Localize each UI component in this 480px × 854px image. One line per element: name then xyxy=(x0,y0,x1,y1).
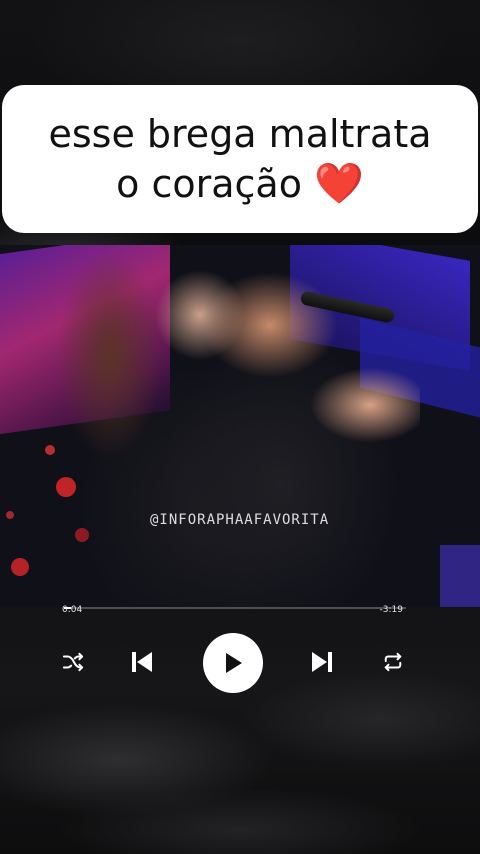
repeat-button[interactable] xyxy=(380,650,406,674)
heart-emoji: ❤️ xyxy=(314,161,364,207)
previous-button[interactable] xyxy=(128,649,156,675)
video-frame[interactable]: @INFORAPHAAFAVORITA xyxy=(0,245,480,607)
caption-line-2: o coração ❤️ xyxy=(116,159,364,209)
play-icon xyxy=(226,653,242,673)
video-watermark: @INFORAPHAAFAVORITA xyxy=(150,512,330,528)
caption-line-1: esse brega maltrata xyxy=(48,112,432,156)
next-button[interactable] xyxy=(308,649,336,675)
play-button[interactable] xyxy=(203,633,263,693)
shuffle-icon xyxy=(62,652,84,672)
progress-bar[interactable] xyxy=(64,607,406,609)
skip-previous-icon xyxy=(132,652,152,672)
caption-line-2-text: o coração xyxy=(116,162,302,206)
time-elapsed: 0:04 xyxy=(62,605,83,615)
caption-box: esse brega maltrata o coração ❤️ xyxy=(2,85,478,233)
skip-next-icon xyxy=(312,652,332,672)
time-remaining: -3:19 xyxy=(379,605,403,615)
repeat-icon xyxy=(384,652,402,672)
shuffle-button[interactable] xyxy=(60,650,86,674)
music-player-controls: 0:04 -3:19 xyxy=(0,600,480,720)
